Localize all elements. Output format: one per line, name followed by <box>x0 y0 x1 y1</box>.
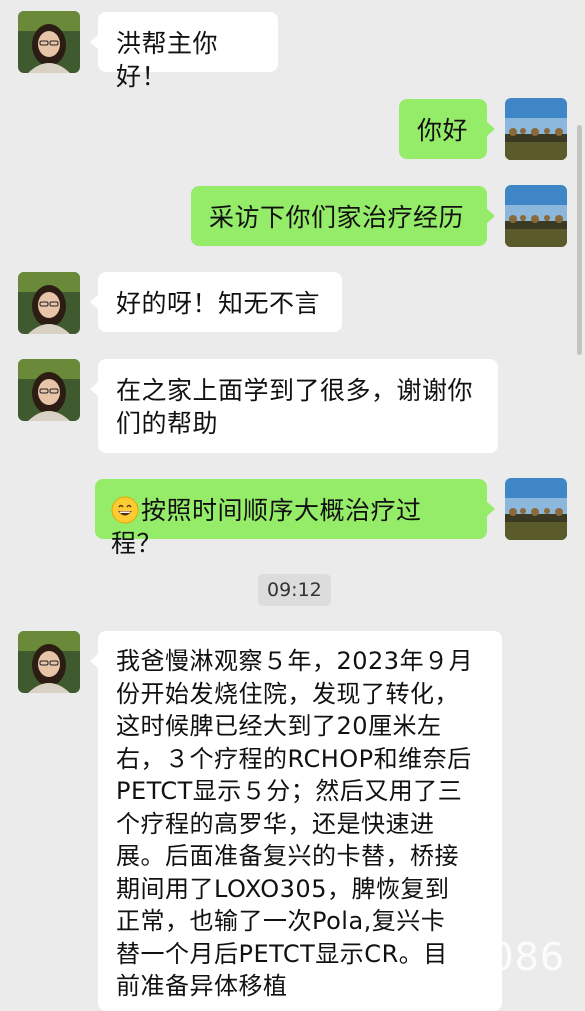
message-line: 展。后面准备复兴的卡替，桥接 <box>116 842 459 870</box>
message-line: 份开始发烧住院，发现了转化， <box>116 679 459 708</box>
message-line: 期间用了LOXO305，脾恢复到 <box>116 874 450 903</box>
message-line: 右，３个疗程的RCHOP和维奈后 <box>116 744 472 773</box>
message-line: 个疗程的高罗华，还是快速进 <box>116 809 435 838</box>
message-text: 按照时间顺序大概治疗过程？ <box>111 496 422 558</box>
grinning-face-emoji <box>111 496 139 524</box>
message-text: 采访下你们家治疗经历 <box>209 203 465 232</box>
watermark: 086 <box>489 935 565 979</box>
message-line: 这时候脾已经大到了20厘米左 <box>116 712 442 740</box>
contact-avatar[interactable] <box>18 359 80 421</box>
message-text: 你好 <box>417 116 469 145</box>
message-bubble-incoming[interactable]: 好的呀！知无不言 <box>90 272 342 332</box>
chat-view: 洪帮主你好！ 你好 采访下你们家治疗经历 好的呀！知无不言 在之家上面学到了很多… <box>0 0 585 1011</box>
own-avatar[interactable] <box>505 98 567 160</box>
contact-avatar[interactable] <box>18 11 80 73</box>
message-text: 洪帮主你好！ <box>116 29 219 91</box>
own-avatar[interactable] <box>505 185 567 247</box>
message-line: 我爸慢淋观察５年，2023年９月 <box>116 647 474 675</box>
own-avatar[interactable] <box>505 478 567 540</box>
message-bubble-incoming[interactable]: 我爸慢淋观察５年，2023年９月 份开始发烧住院，发现了转化， 这时候脾已经大到… <box>90 631 502 1011</box>
contact-avatar[interactable] <box>18 272 80 334</box>
timestamp: 09:12 <box>258 574 331 606</box>
contact-avatar[interactable] <box>18 631 80 693</box>
message-line: 替一个月后PETCT显示CR。目 <box>116 939 448 968</box>
message-bubble-incoming[interactable]: 洪帮主你好！ <box>90 12 278 91</box>
scrollbar[interactable] <box>577 125 582 355</box>
message-text: 好的呀！知无不言 <box>116 289 321 318</box>
message-bubble-outgoing[interactable]: 采访下你们家治疗经历 <box>191 186 495 246</box>
message-line: 正常，也输了一次Pola,复兴卡 <box>116 907 446 935</box>
message-line: 前准备异体移植 <box>116 972 288 1000</box>
message-bubble-outgoing[interactable]: 你好 <box>399 99 495 159</box>
message-line: 们的帮助 <box>116 409 219 438</box>
message-line: 在之家上面学到了很多，谢谢你 <box>116 376 474 405</box>
message-line: PETCT显示５分；然后又用了三 <box>116 777 463 805</box>
message-bubble-incoming[interactable]: 在之家上面学到了很多，谢谢你 们的帮助 <box>90 359 498 453</box>
message-bubble-outgoing[interactable]: 按照时间顺序大概治疗过程？ <box>95 479 495 558</box>
